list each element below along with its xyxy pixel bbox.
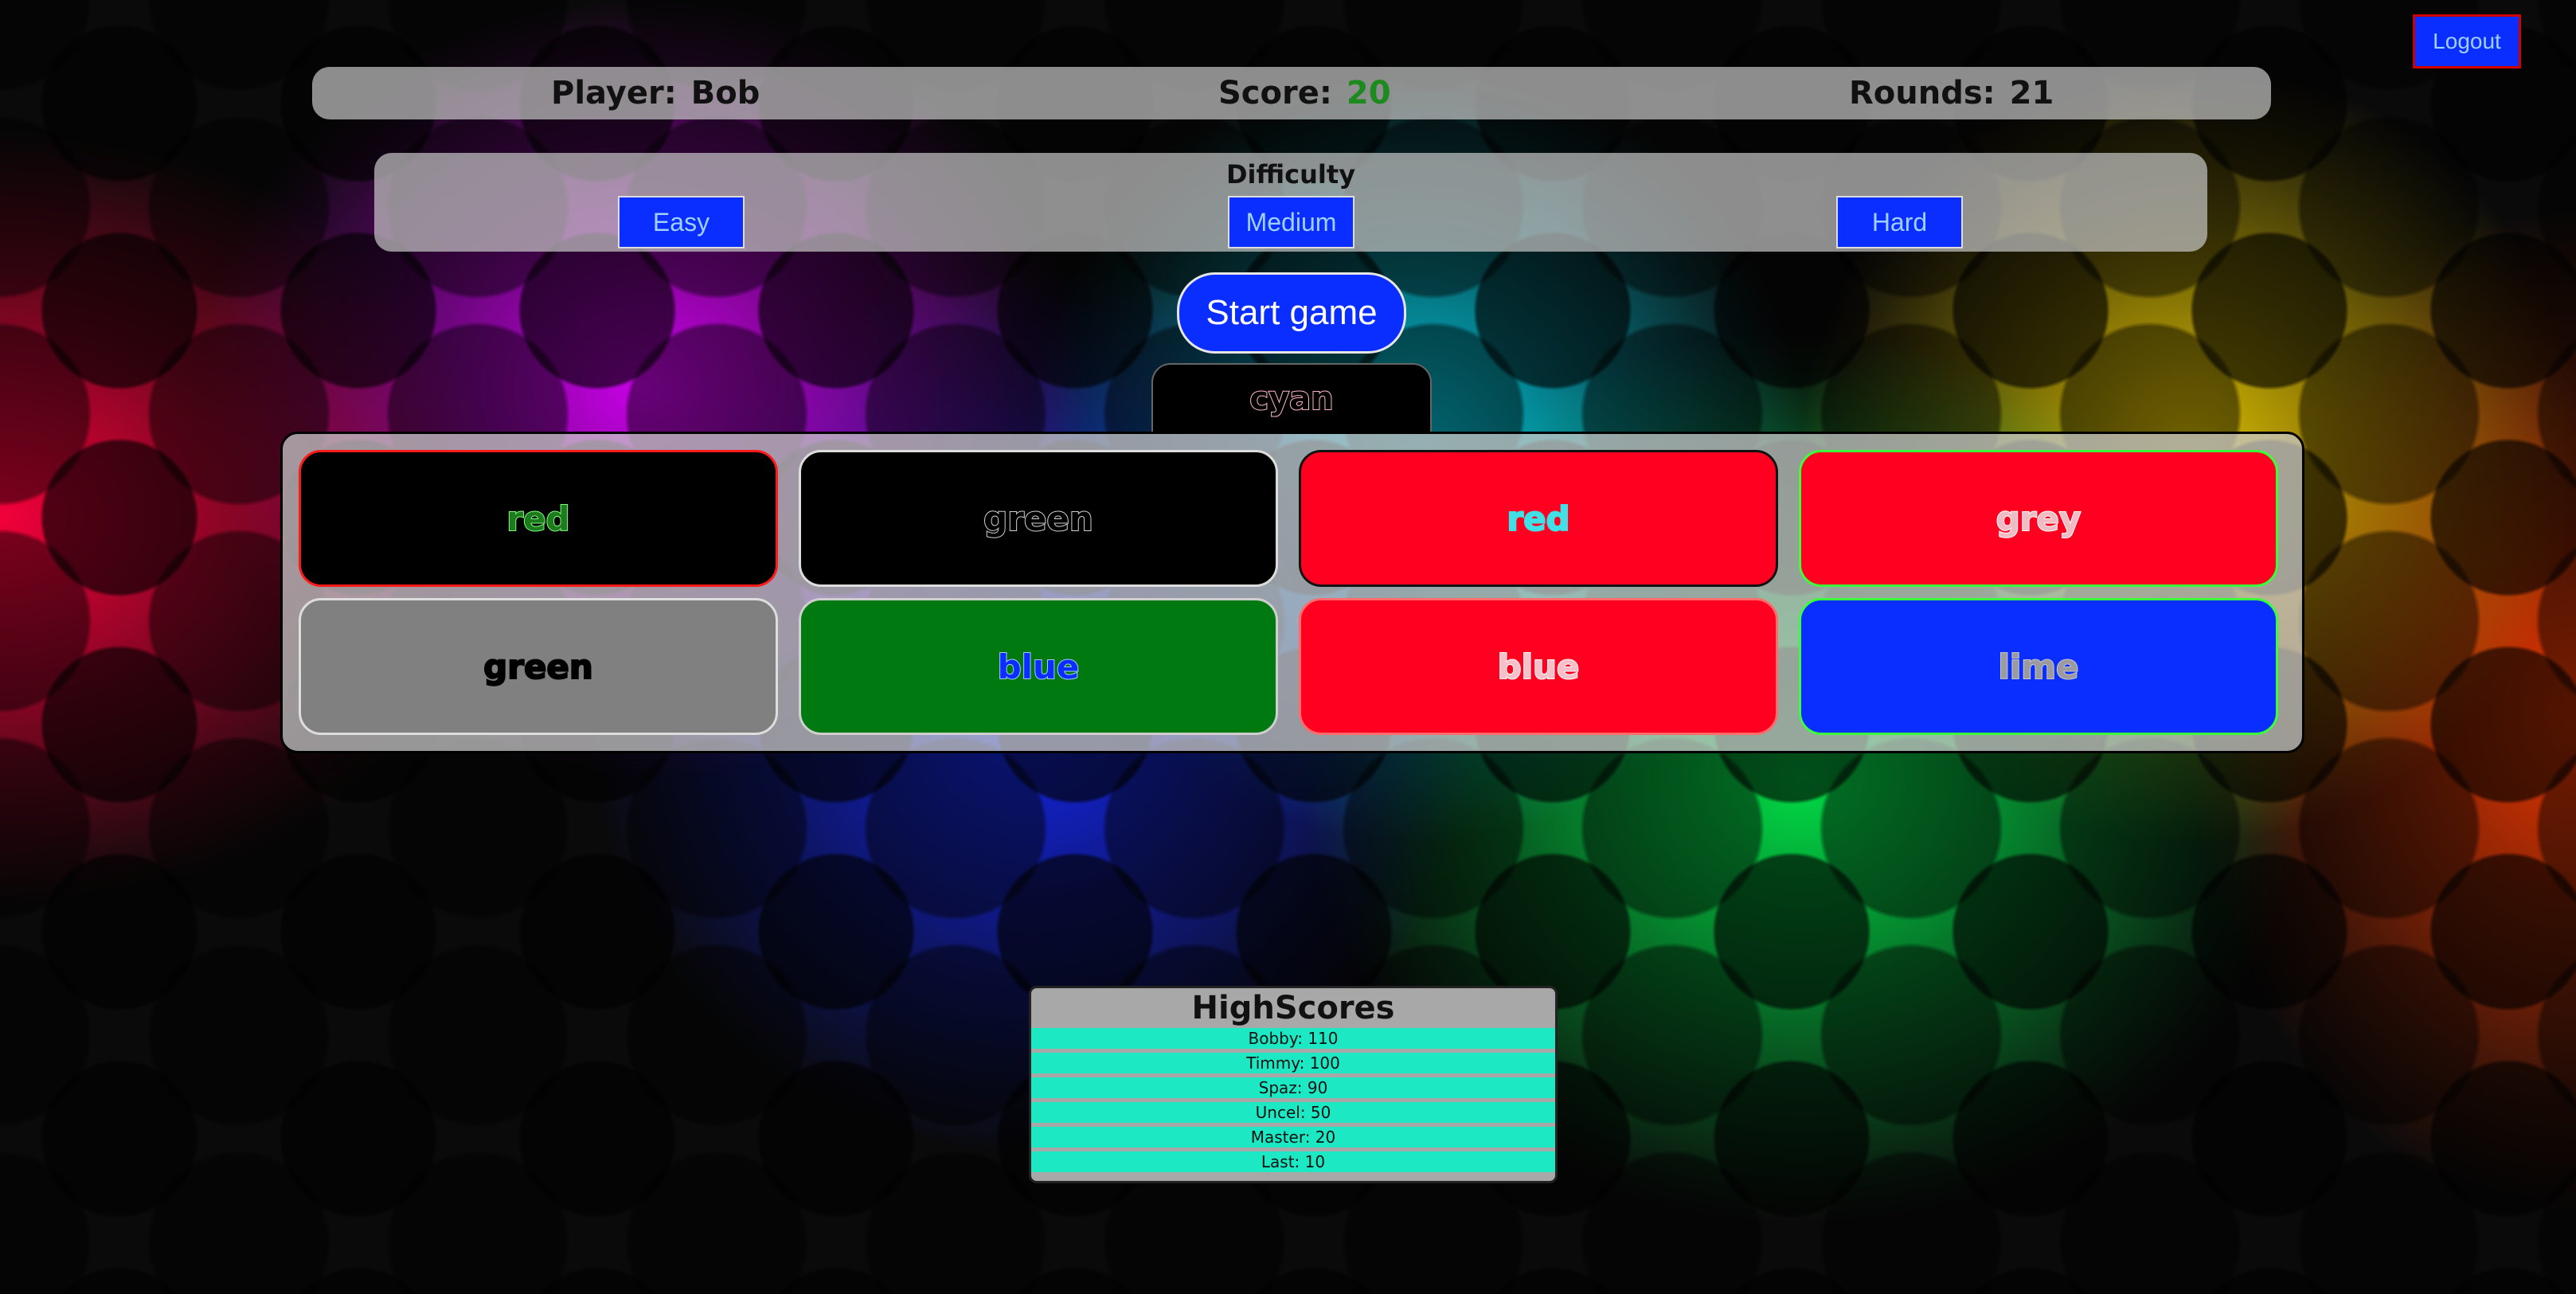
highscore-entry: Uncel: 50 — [1031, 1102, 1555, 1123]
highscore-entry: Timmy: 100 — [1031, 1053, 1555, 1073]
score-label: Score: — [1218, 75, 1332, 111]
highscore-entry: Bobby: 110 — [1031, 1028, 1555, 1049]
card-word: green — [483, 647, 594, 687]
color-card[interactable]: blue — [1299, 598, 1778, 735]
score-value: 20 — [1346, 75, 1391, 111]
card-word: green — [983, 498, 1094, 539]
difficulty-title: Difficulty — [1225, 159, 1356, 190]
card-word: lime — [1997, 647, 2079, 687]
difficulty-panel: Difficulty Easy Medium Hard — [374, 153, 2207, 252]
card-word: blue — [1497, 647, 1581, 687]
color-card[interactable]: green — [299, 598, 778, 735]
logout-button[interactable]: Logout — [2413, 14, 2521, 68]
player-stat: Player: Bob — [551, 67, 760, 119]
color-card[interactable]: blue — [799, 598, 1278, 735]
color-card[interactable]: grey — [1799, 450, 2278, 587]
card-word: red — [1506, 498, 1570, 539]
difficulty-medium-button[interactable]: Medium — [1228, 196, 1354, 248]
player-name: Bob — [690, 75, 760, 111]
score-stat: Score: 20 — [1218, 67, 1391, 119]
start-game-button[interactable]: Start game — [1177, 272, 1406, 354]
player-label: Player: — [551, 75, 677, 111]
highscore-entry: Last: 10 — [1031, 1151, 1555, 1172]
color-card[interactable]: green — [799, 450, 1278, 587]
card-word: grey — [1996, 498, 2082, 539]
highscore-entry: Master: 20 — [1031, 1127, 1555, 1147]
card-word: red — [506, 498, 570, 539]
difficulty-hard-button[interactable]: Hard — [1836, 196, 1963, 248]
color-card[interactable]: red — [1299, 450, 1778, 587]
highscores-panel: HighScores Bobby: 110 Timmy: 100 Spaz: 9… — [1029, 986, 1558, 1183]
color-card[interactable]: red — [299, 450, 778, 587]
rounds-stat: Rounds: 21 — [1849, 67, 2054, 119]
difficulty-easy-button[interactable]: Easy — [618, 196, 745, 248]
highscore-entry: Spaz: 90 — [1031, 1077, 1555, 1098]
card-word: blue — [997, 647, 1081, 687]
highscores-title: HighScores — [1191, 990, 1395, 1026]
rounds-label: Rounds: — [1849, 75, 1996, 111]
status-bar: Player: Bob Score: 20 Rounds: 21 — [312, 67, 2271, 119]
target-color-word: cyan — [1151, 363, 1432, 433]
rounds-value: 21 — [2009, 75, 2054, 111]
color-card[interactable]: lime — [1799, 598, 2278, 735]
color-card-board: red green red grey green blue blue lime — [280, 432, 2304, 753]
